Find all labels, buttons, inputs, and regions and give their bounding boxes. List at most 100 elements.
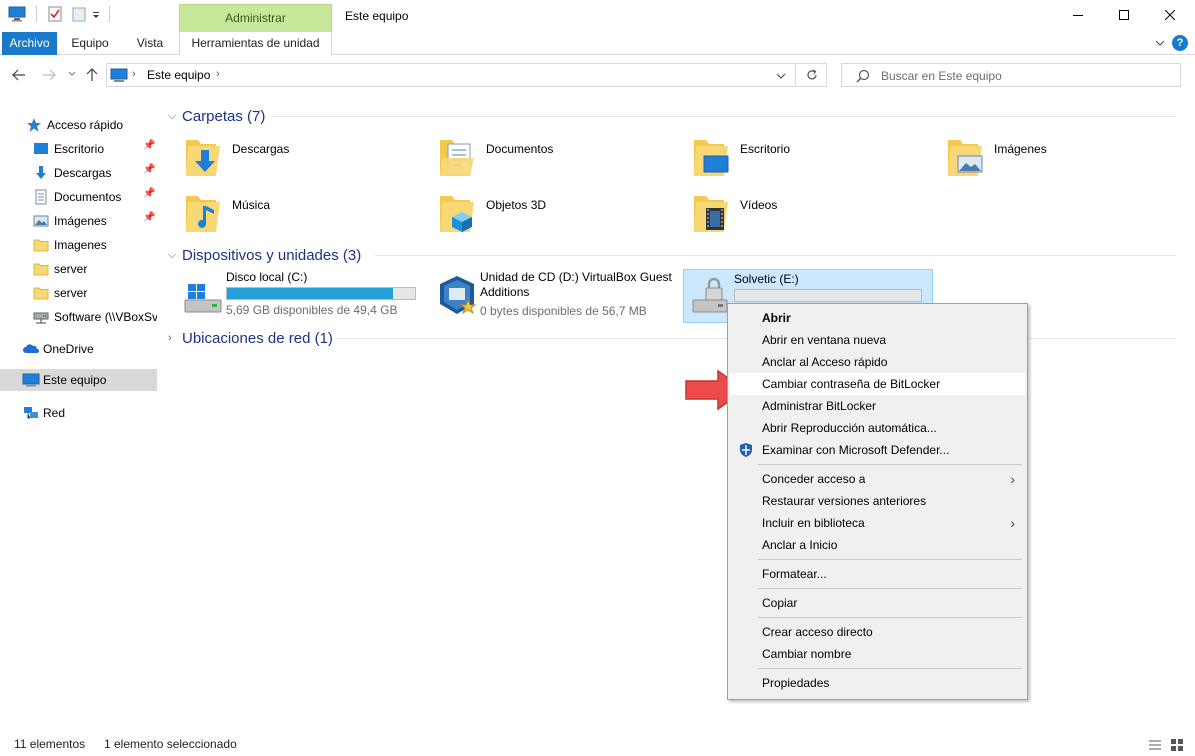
section-carpetas[interactable]: ⌵ Carpetas (7) [168, 106, 1178, 126]
menu-item-administrar-bitlocker[interactable]: Administrar BitLocker [730, 395, 1025, 417]
nav-item-este-equipo[interactable]: Este equipo [0, 369, 157, 391]
breadcrumb-chevron-icon[interactable]: › [216, 68, 220, 80]
title-bar: Administrar Este equipo [0, 0, 1195, 32]
forward-arrow-icon[interactable] [42, 69, 56, 81]
chevron-down-icon[interactable] [1155, 39, 1165, 47]
drive-space-info: 0 bytes disponibles de 56,7 MB [480, 304, 647, 318]
menu-item-conceder-acceso[interactable]: Conceder acceso a › [730, 468, 1025, 490]
pin-icon[interactable]: 📌 [143, 212, 155, 224]
menu-item-copiar[interactable]: Copiar [730, 592, 1025, 614]
section-dispositivos[interactable]: ⌵ Dispositivos y unidades (3) [168, 245, 1178, 265]
properties-icon[interactable] [47, 6, 63, 22]
search-input[interactable]: Buscar en Este equipo [881, 69, 1002, 83]
status-bar: 11 elementos 1 elemento seleccionado [0, 734, 1195, 756]
recent-locations-chevron-icon[interactable] [68, 71, 76, 77]
nav-item-label: server [54, 286, 88, 300]
menu-separator [758, 668, 1022, 669]
nav-item-server-2[interactable]: server [0, 282, 157, 304]
pin-icon[interactable]: 📌 [143, 164, 155, 176]
menu-item-abrir-reproduccion-automatica[interactable]: Abrir Reproducción automática... [730, 417, 1025, 439]
menu-item-cambiar-nombre[interactable]: Cambiar nombre [730, 643, 1025, 665]
drive-name: Disco local (C:) [226, 270, 308, 284]
folder-documentos[interactable]: Documentos [440, 136, 680, 186]
pictures-icon [33, 213, 49, 229]
close-icon [1165, 10, 1175, 20]
nav-item-server-1[interactable]: server [0, 258, 157, 280]
menu-item-abrir-en-ventana-nueva[interactable]: Abrir en ventana nueva [730, 329, 1025, 351]
menu-item-restaurar-versiones[interactable]: Restaurar versiones anteriores [730, 490, 1025, 512]
drive-c[interactable]: Disco local (C:) 5,69 GB disponibles de … [176, 268, 426, 322]
submenu-arrow-icon: › [1010, 515, 1015, 531]
maximize-button[interactable] [1101, 0, 1147, 30]
menu-item-cambiar-contrasena-bitlocker[interactable]: Cambiar contraseña de BitLocker [730, 373, 1025, 395]
menu-item-abrir[interactable]: Abrir [730, 307, 1025, 329]
address-bar[interactable]: › Este equipo › [106, 63, 796, 87]
customize-toolbar-chevron-icon[interactable] [91, 6, 101, 22]
nav-item-descargas[interactable]: Descargas [0, 162, 157, 184]
computer-icon[interactable] [8, 6, 26, 22]
large-icons-view-icon[interactable] [1170, 738, 1184, 752]
nav-item-red[interactable]: Red [0, 402, 157, 424]
drive-name: Unidad de CD (D:) VirtualBox Guest Addit… [480, 270, 672, 299]
minimize-button[interactable] [1055, 0, 1101, 30]
menu-item-anclar-a-inicio[interactable]: Anclar a Inicio [730, 534, 1025, 556]
nav-item-label: Software (\\VBoxSv [54, 310, 157, 324]
menu-item-formatear[interactable]: Formatear... [730, 563, 1025, 585]
tab-archivo[interactable]: Archivo [2, 32, 57, 55]
nav-item-escritorio[interactable]: Escritorio [0, 138, 157, 160]
folder-objetos-3d[interactable]: Objetos 3D [440, 192, 680, 242]
virtualbox-cd-icon [440, 276, 477, 315]
drive-d[interactable]: Unidad de CD (D:) VirtualBox Guest Addit… [430, 268, 680, 322]
menu-item-propiedades[interactable]: Propiedades [730, 672, 1025, 694]
network-drive-icon [33, 309, 49, 325]
section-title: Carpetas (7) [182, 107, 266, 125]
pin-icon[interactable]: 📌 [143, 140, 155, 152]
tab-herramientas-de-unidad[interactable]: Herramientas de unidad [179, 32, 332, 55]
menu-item-examinar-defender[interactable]: Examinar con Microsoft Defender... [730, 439, 1025, 461]
folder-musica[interactable]: Música [186, 192, 426, 242]
chevron-down-icon: ⌵ [168, 248, 177, 261]
download-folder-icon [186, 140, 220, 176]
nav-item-imagenes[interactable]: Imágenes [0, 210, 157, 232]
folder-imagenes[interactable]: Imágenes [948, 136, 1188, 186]
new-folder-icon[interactable] [71, 6, 87, 22]
tab-equipo[interactable]: Equipo [62, 32, 118, 55]
folder-label: Escritorio [740, 142, 791, 156]
drive-usage-fill [227, 288, 394, 299]
nav-item-onedrive[interactable]: OneDrive [0, 338, 157, 360]
folder-escritorio[interactable]: Escritorio [694, 136, 934, 186]
breadcrumb-este-equipo[interactable]: Este equipo [147, 68, 210, 82]
nav-item-documentos[interactable]: Documentos [0, 186, 157, 208]
search-box[interactable]: Buscar en Este equipo [841, 63, 1181, 87]
menu-item-incluir-en-biblioteca[interactable]: Incluir en biblioteca › [730, 512, 1025, 534]
details-view-icon[interactable] [1148, 738, 1162, 752]
nav-item-acceso-rapido[interactable]: Acceso rápido [0, 114, 157, 136]
pin-icon[interactable]: 📌 [143, 188, 155, 200]
tab-vista[interactable]: Vista [122, 32, 178, 55]
windows-drive-icon [184, 284, 222, 313]
menu-separator [758, 464, 1022, 465]
ribbon-tab-row: Archivo Equipo Vista Herramientas de uni… [0, 32, 1195, 55]
folder-videos[interactable]: Vídeos [694, 192, 934, 242]
3d-objects-folder-icon [440, 196, 474, 232]
maximize-icon [1119, 10, 1129, 20]
refresh-button[interactable] [797, 63, 827, 87]
drive-usage-bar [734, 289, 922, 302]
search-icon [856, 69, 870, 83]
menu-item-anclar-acceso-rapido[interactable]: Anclar al Acceso rápido [730, 351, 1025, 373]
back-arrow-icon[interactable] [12, 69, 26, 81]
nav-item-software[interactable]: Software (\\VBoxSv [0, 306, 157, 328]
menu-item-crear-acceso-directo[interactable]: Crear acceso directo [730, 621, 1025, 643]
section-title: Dispositivos y unidades (3) [182, 246, 362, 264]
nav-item-label: Acceso rápido [47, 118, 124, 132]
close-button[interactable] [1147, 0, 1193, 30]
status-item-count: 11 elementos [14, 737, 86, 751]
quick-access-toolbar [8, 6, 118, 22]
menu-item-label: Conceder acceso a [762, 472, 866, 486]
up-arrow-icon[interactable] [86, 68, 98, 82]
nav-item-label: Documentos [54, 190, 122, 204]
folder-descargas[interactable]: Descargas [186, 136, 426, 186]
nav-item-imagenes-folder[interactable]: Imagenes [0, 234, 157, 256]
help-icon[interactable]: ? [1172, 35, 1188, 51]
address-history-chevron-icon[interactable] [776, 73, 786, 79]
